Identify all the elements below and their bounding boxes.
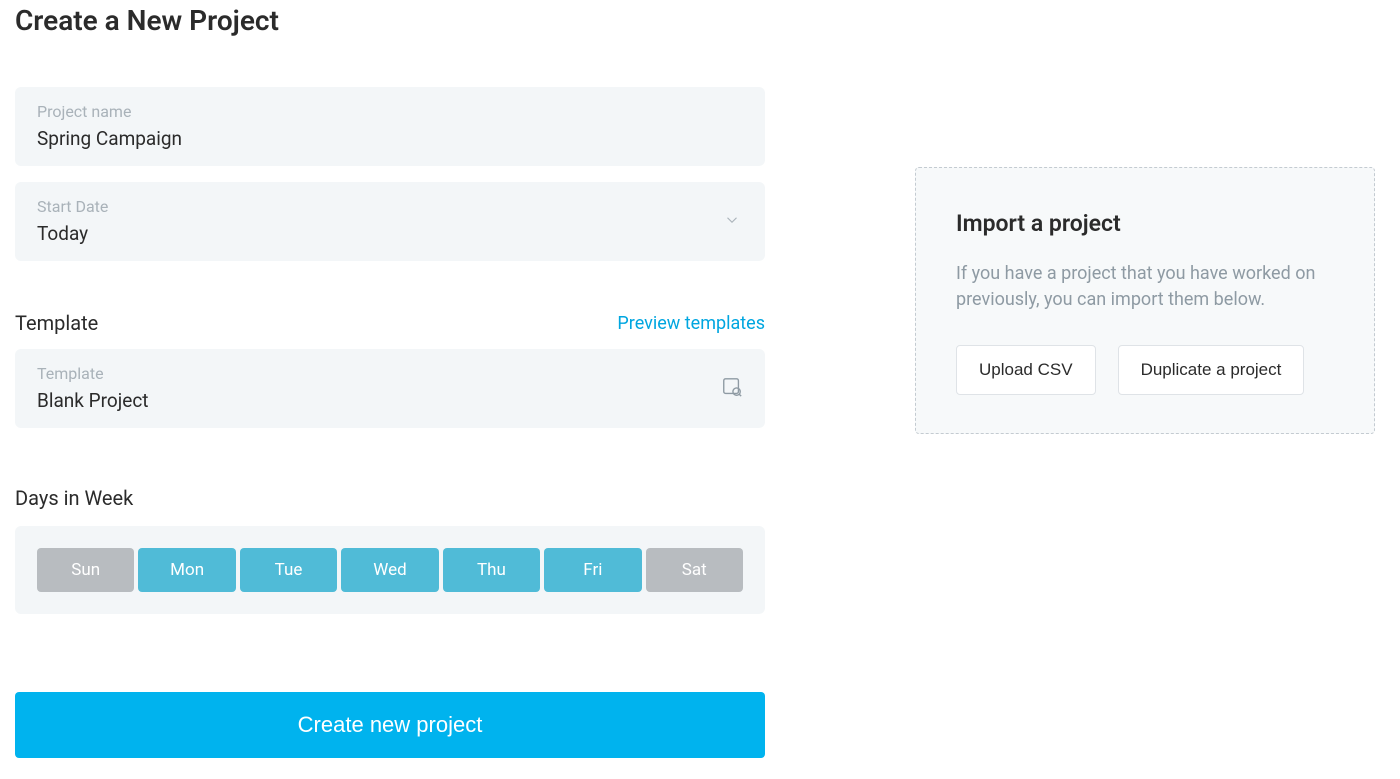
duplicate-project-button[interactable]: Duplicate a project bbox=[1118, 345, 1305, 395]
days-in-week-title: Days in Week bbox=[15, 444, 765, 526]
create-new-project-button[interactable]: Create new project bbox=[15, 692, 765, 758]
chevron-down-icon bbox=[723, 211, 741, 233]
import-project-card: Import a project If you have a project t… bbox=[915, 167, 1375, 434]
create-project-form: Project name Start Date Today Template P… bbox=[15, 87, 765, 758]
day-toggle-sat[interactable]: Sat bbox=[646, 548, 743, 592]
project-name-label: Project name bbox=[37, 102, 743, 121]
import-title: Import a project bbox=[956, 210, 1334, 237]
project-name-input[interactable] bbox=[37, 127, 743, 150]
project-name-field[interactable]: Project name bbox=[15, 87, 765, 166]
import-description: If you have a project that you have work… bbox=[956, 261, 1334, 313]
start-date-label: Start Date bbox=[37, 197, 743, 216]
import-actions: Upload CSV Duplicate a project bbox=[956, 345, 1334, 395]
day-toggle-tue[interactable]: Tue bbox=[240, 548, 337, 592]
template-section-title: Template bbox=[15, 311, 98, 335]
template-section-header: Template Preview templates bbox=[15, 277, 765, 349]
start-date-value: Today bbox=[37, 222, 743, 245]
preview-templates-link[interactable]: Preview templates bbox=[617, 313, 765, 334]
day-toggle-sun[interactable]: Sun bbox=[37, 548, 134, 592]
day-toggle-mon[interactable]: Mon bbox=[138, 548, 235, 592]
day-toggle-fri[interactable]: Fri bbox=[544, 548, 641, 592]
day-toggle-wed[interactable]: Wed bbox=[341, 548, 438, 592]
start-date-field[interactable]: Start Date Today bbox=[15, 182, 765, 261]
template-label: Template bbox=[37, 364, 743, 383]
page-title: Create a New Project bbox=[0, 0, 1400, 87]
template-field[interactable]: Template Blank Project bbox=[15, 349, 765, 428]
days-in-week-selector: Sun Mon Tue Wed Thu Fri Sat bbox=[15, 526, 765, 614]
upload-csv-button[interactable]: Upload CSV bbox=[956, 345, 1096, 395]
browse-icon bbox=[721, 376, 743, 402]
day-toggle-thu[interactable]: Thu bbox=[443, 548, 540, 592]
template-value: Blank Project bbox=[37, 389, 743, 412]
